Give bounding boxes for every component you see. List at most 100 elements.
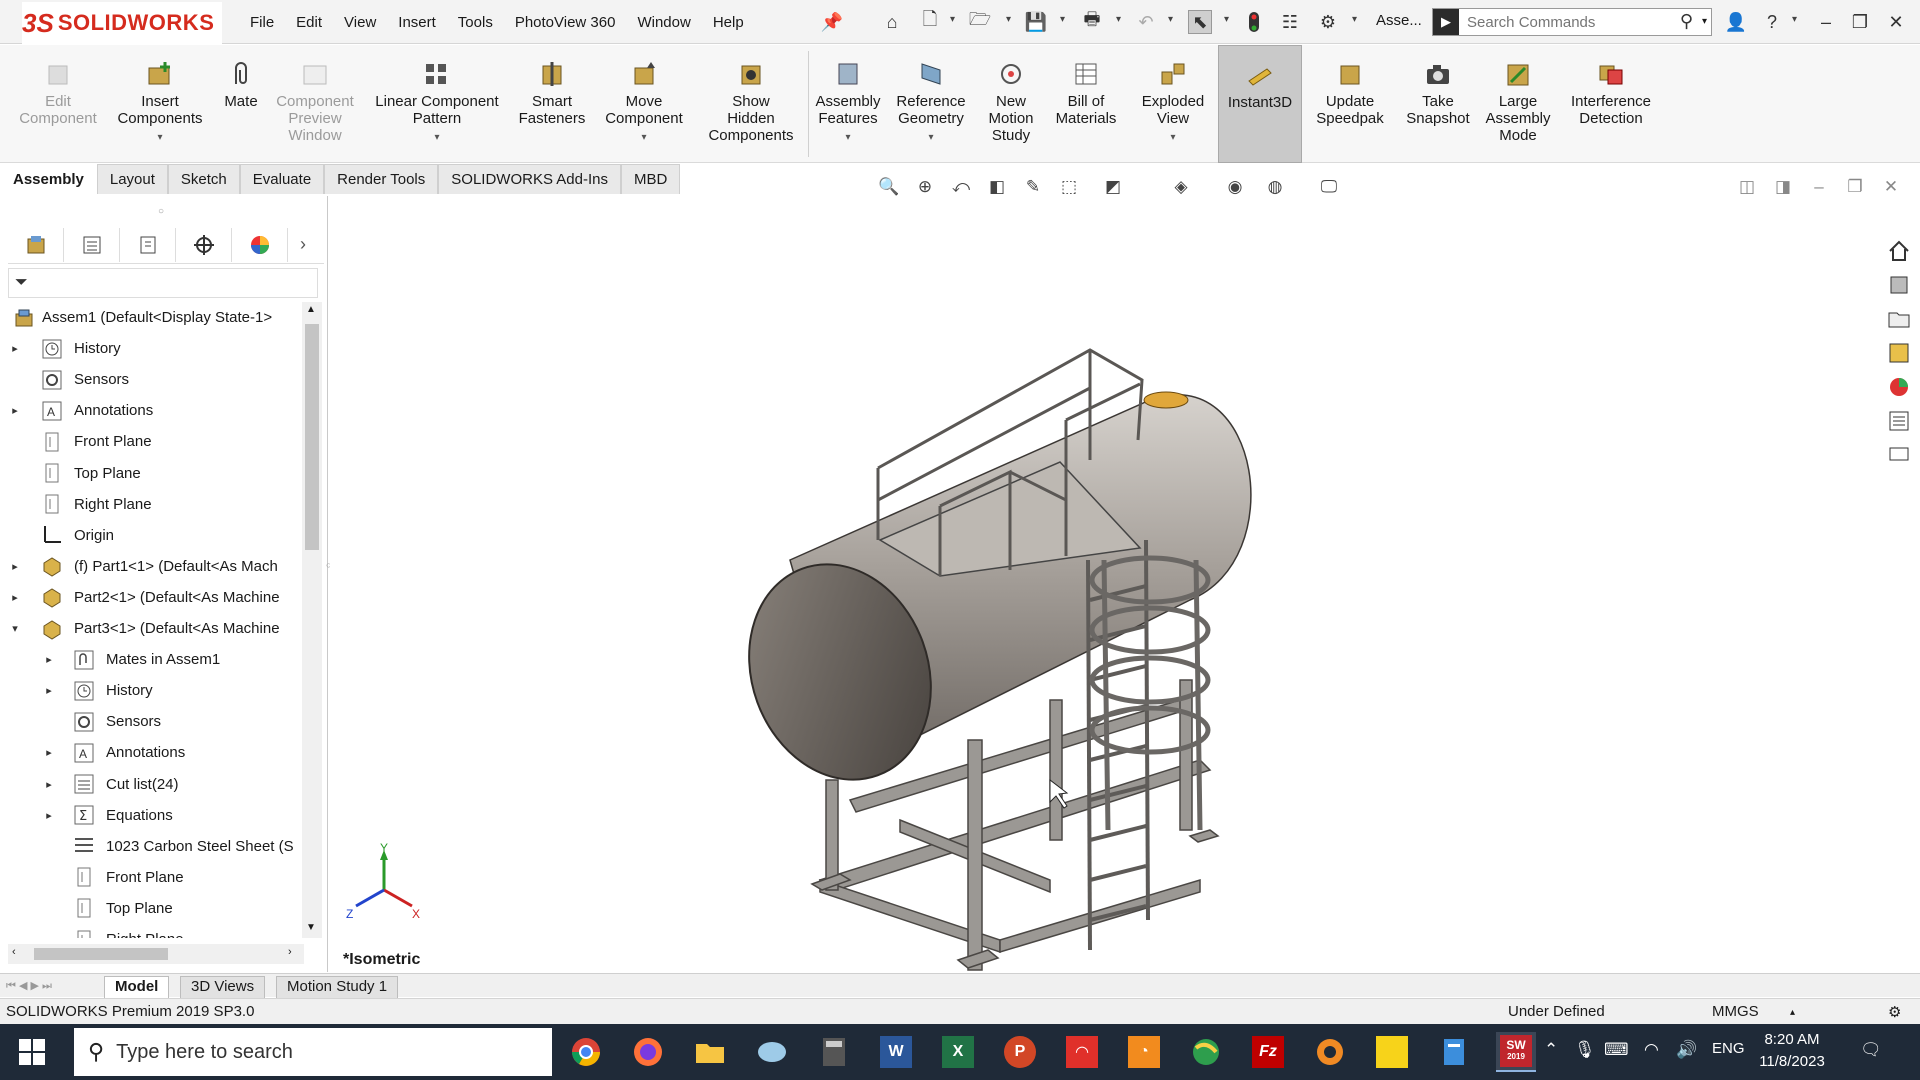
menu-help[interactable]: Help: [713, 14, 744, 31]
tabs-overflow-icon[interactable]: ›: [288, 234, 318, 255]
reference-geometry-dropdown-icon[interactable]: ▾: [928, 129, 933, 146]
linear-pattern-dropdown-icon[interactable]: ▾: [434, 129, 439, 146]
help-icon[interactable]: ?: [1760, 10, 1784, 34]
expand-arrow-icon[interactable]: ▸: [8, 342, 22, 355]
tree-item-sensors[interactable]: Sensors: [0, 364, 302, 395]
interference-detection-button[interactable]: Interference Detection: [1558, 45, 1664, 163]
panel-grip-icon[interactable]: ○: [158, 206, 164, 217]
filter-icon[interactable]: ⏷: [15, 274, 28, 292]
search-icon[interactable]: ⚲: [1680, 11, 1693, 32]
powerpoint-app-icon[interactable]: P: [1000, 1032, 1040, 1072]
tab-motion-study[interactable]: Motion Study 1: [276, 976, 399, 998]
scroll-right-icon[interactable]: ›: [288, 946, 292, 958]
tree-item-annotations[interactable]: ▸ A Annotations: [0, 737, 302, 768]
open-dropdown-icon[interactable]: ▾: [1006, 14, 1011, 25]
volume-icon[interactable]: 🔊: [1676, 1040, 1697, 1060]
property-manager-tab-icon[interactable]: [64, 227, 120, 262]
insert-components-button[interactable]: Insert Components ▾: [112, 45, 208, 163]
tree-item-top-plane[interactable]: Top Plane: [0, 893, 302, 924]
tree-item-assem1-default-display-state-1[interactable]: Assem1 (Default<Display State-1>: [0, 302, 302, 333]
language-indicator[interactable]: ENG: [1712, 1040, 1745, 1057]
menu-edit[interactable]: Edit: [296, 14, 322, 31]
options-dropdown-icon[interactable]: ▾: [1352, 14, 1357, 25]
search-dropdown-icon[interactable]: ▾: [1702, 16, 1707, 27]
update-speedpak-button[interactable]: Update Speedpak: [1306, 45, 1394, 163]
tree-item-origin[interactable]: Origin: [0, 520, 302, 551]
print-icon[interactable]: 🖶: [1080, 9, 1104, 34]
reference-geometry-button[interactable]: Reference Geometry ▾: [888, 45, 974, 163]
tree-item-history[interactable]: ▸ History: [0, 675, 302, 706]
maps-app-icon[interactable]: [1186, 1032, 1226, 1072]
move-component-button[interactable]: Move Component ▾: [596, 45, 692, 163]
tree-item-mates-in-assem1[interactable]: ▸ Mates in Assem1: [0, 644, 302, 675]
appearances-icon[interactable]: [1884, 372, 1914, 402]
acrobat-app-icon[interactable]: ◠: [1062, 1032, 1102, 1072]
insert-components-dropdown-icon[interactable]: ▾: [157, 129, 162, 146]
instant3d-button[interactable]: Instant3D: [1218, 45, 1302, 163]
move-component-dropdown-icon[interactable]: ▾: [641, 129, 646, 146]
new-dropdown-icon[interactable]: ▾: [950, 14, 955, 25]
scroll-left-icon[interactable]: ‹: [12, 946, 16, 958]
expand-arrow-icon[interactable]: ▸: [8, 404, 22, 417]
unit-system[interactable]: MMGS: [1712, 1003, 1759, 1020]
tree-item-history[interactable]: ▸ History: [0, 333, 302, 364]
units-dropdown-icon[interactable]: ▴: [1790, 1007, 1795, 1018]
chrome-app-icon[interactable]: [566, 1032, 606, 1072]
large-assembly-mode-button[interactable]: Large Assembly Mode: [1482, 45, 1554, 163]
tab-assembly[interactable]: Assembly: [0, 164, 97, 194]
tab-layout[interactable]: Layout: [96, 164, 168, 194]
exploded-view-button[interactable]: Exploded View ▾: [1130, 45, 1216, 163]
search-commands[interactable]: ▶ ⚲ ▾: [1432, 8, 1712, 36]
tab-3d-views[interactable]: 3D Views: [180, 976, 266, 998]
document-app-icon[interactable]: [1434, 1032, 1474, 1072]
tab-sketch[interactable]: Sketch: [167, 164, 240, 194]
menu-tools[interactable]: Tools: [458, 14, 493, 31]
tree-item-top-plane[interactable]: Top Plane: [0, 458, 302, 489]
solidworks-logo[interactable]: 3S SOLIDWORKS: [22, 2, 222, 44]
tree-item-1023-carbon-steel-sheet-s[interactable]: 1023 Carbon Steel Sheet (S: [0, 831, 302, 862]
tree-item-right-plane[interactable]: Right Plane: [0, 489, 302, 520]
save-icon[interactable]: 💾: [1024, 10, 1048, 34]
filezilla-app-icon[interactable]: Fz: [1248, 1032, 1288, 1072]
scroll-down-icon[interactable]: ▼: [306, 922, 316, 933]
tab-evaluate[interactable]: Evaluate: [239, 164, 325, 194]
expand-arrow-icon[interactable]: ▸: [42, 778, 56, 791]
smart-fasteners-button[interactable]: Smart Fasteners: [512, 45, 592, 163]
open-icon[interactable]: 🗁: [968, 9, 992, 34]
collapse-arrow-icon[interactable]: ▾: [8, 622, 22, 635]
search-scope-icon[interactable]: ▶: [1433, 9, 1459, 35]
search-input[interactable]: [1467, 13, 1667, 31]
tree-horizontal-scrollbar[interactable]: ‹ ›: [8, 944, 304, 964]
wifi-icon[interactable]: ◠: [1644, 1040, 1659, 1060]
custom-properties-icon[interactable]: [1884, 406, 1914, 436]
expand-arrow-icon[interactable]: ▸: [8, 591, 22, 604]
select-dropdown-icon[interactable]: ▾: [1224, 14, 1229, 25]
select-icon[interactable]: ⬉: [1188, 10, 1212, 34]
scroll-up-icon[interactable]: ▲: [306, 304, 316, 315]
mate-button[interactable]: Mate: [216, 45, 266, 163]
firefox-app-icon[interactable]: [628, 1032, 668, 1072]
undo-dropdown-icon[interactable]: ▾: [1168, 14, 1173, 25]
tab-scroll-buttons[interactable]: ⏮ ◀ ▶ ⏭: [6, 979, 52, 993]
orange-app-icon[interactable]: ◔: [1124, 1032, 1164, 1072]
edit-component-button[interactable]: Edit Component: [12, 45, 104, 163]
menu-view[interactable]: View: [344, 14, 376, 31]
solidworks-app-icon[interactable]: SW 2019: [1496, 1032, 1536, 1072]
menu-photoview[interactable]: PhotoView 360: [515, 14, 616, 31]
menu-insert[interactable]: Insert: [398, 14, 436, 31]
bill-of-materials-button[interactable]: Bill of Materials: [1048, 45, 1124, 163]
scroll-thumb[interactable]: [305, 324, 319, 550]
dimxpert-tab-icon[interactable]: [176, 227, 232, 262]
component-preview-window-button[interactable]: Component Preview Window: [270, 45, 360, 163]
exploded-view-dropdown-icon[interactable]: ▾: [1170, 129, 1175, 146]
tree-item-annotations[interactable]: ▸ A Annotations: [0, 395, 302, 426]
user-icon[interactable]: 👤: [1724, 10, 1748, 34]
new-motion-study-button[interactable]: New Motion Study: [978, 45, 1044, 163]
word-app-icon[interactable]: W: [876, 1032, 916, 1072]
view-palette-icon[interactable]: [1884, 338, 1914, 368]
display-manager-tab-icon[interactable]: [232, 227, 288, 262]
new-document-icon[interactable]: 🗋: [918, 9, 942, 34]
input-method-icon[interactable]: ⌨: [1604, 1040, 1629, 1060]
sticky-notes-app-icon[interactable]: [1372, 1032, 1412, 1072]
expand-arrow-icon[interactable]: ▸: [42, 684, 56, 697]
